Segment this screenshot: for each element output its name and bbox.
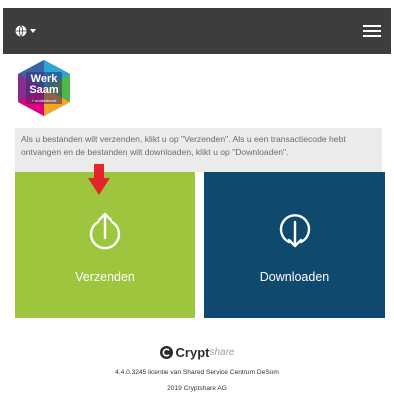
brand-name: Crypt — [175, 345, 210, 360]
upload-icon — [89, 212, 121, 250]
license-text: 4.4.0.3245 licentie van Shared Service C… — [115, 369, 279, 376]
top-bar — [3, 8, 391, 54]
download-icon — [279, 214, 310, 248]
red-arrow-down-icon — [88, 164, 110, 195]
logo-text-line2: Saam — [29, 84, 59, 96]
werksaam-logo: Werk Saam + ondersteunt — [18, 60, 70, 116]
download-label: Downloaden — [259, 270, 330, 284]
cryptshare-logo-icon — [159, 346, 173, 359]
globe-icon — [15, 25, 27, 37]
hamburger-menu-icon[interactable] — [363, 23, 381, 39]
chevron-down-icon — [30, 29, 36, 33]
language-selector[interactable] — [15, 23, 41, 39]
copyright-text: 2019 Cryptshare AG — [167, 385, 227, 392]
send-label: Verzenden — [75, 270, 135, 284]
brand-suffix: share — [209, 347, 235, 358]
logo-text-line3: + ondersteunt — [31, 98, 57, 103]
info-message: Als u bestanden wilt verzenden, klikt u … — [15, 128, 382, 172]
cryptshare-brand: Crypt share — [0, 345, 394, 360]
download-tile[interactable]: Downloaden — [204, 172, 385, 318]
